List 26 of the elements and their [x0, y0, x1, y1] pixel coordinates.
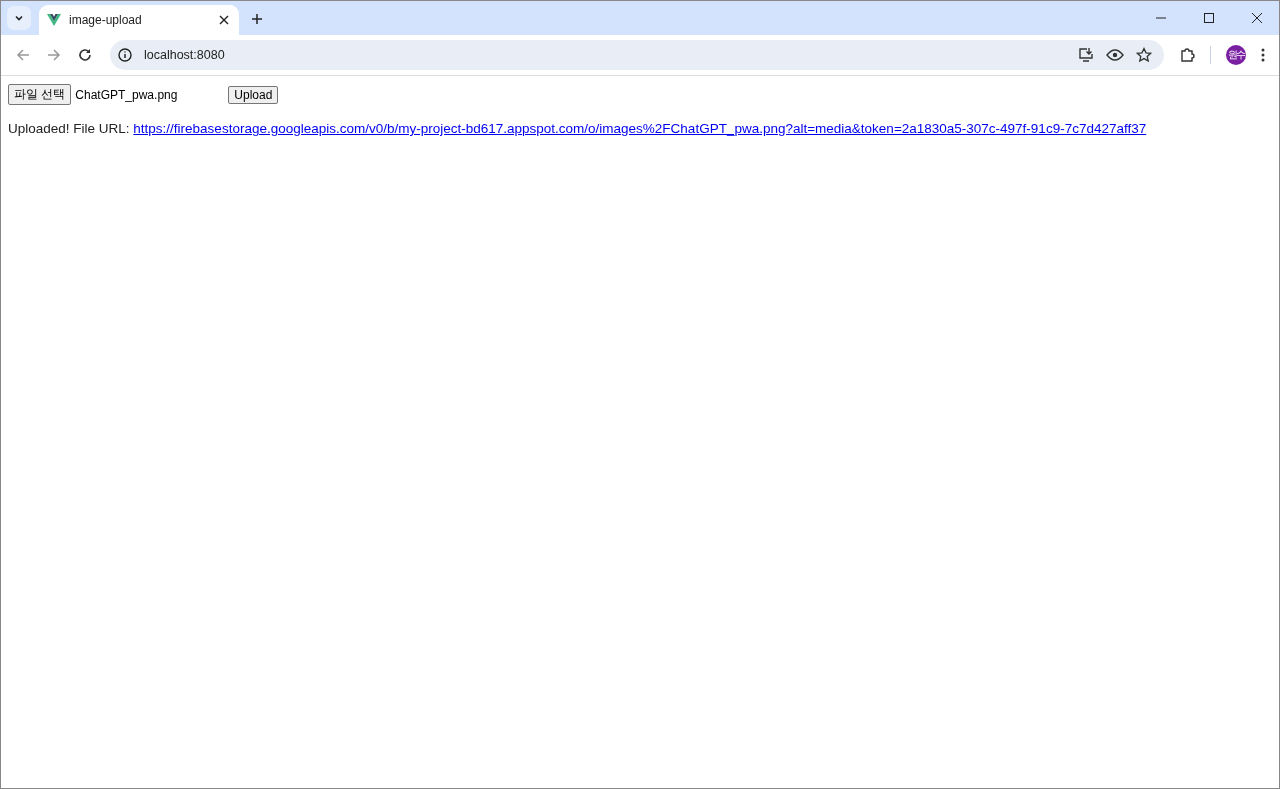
- browser-tab[interactable]: image-upload: [39, 5, 239, 35]
- tab-title: image-upload: [69, 13, 143, 27]
- file-url-link[interactable]: https://firebasestorage.googleapis.com/v0/b/my-project-bd617.appspot.com/o/images%2FChatGPT_pwa.png?alt=media&token=2a1830a5-307c-497f-91c9-7c7d427aff37: [133, 121, 1147, 136]
- address-text: localhost:8080: [144, 48, 225, 62]
- puzzle-piece-icon[interactable]: [1179, 47, 1195, 63]
- star-icon[interactable]: [1136, 47, 1152, 63]
- back-arrow-icon[interactable]: [15, 47, 31, 63]
- file-name: ChatGPT_pwa.png: [75, 87, 179, 102]
- upload-button[interactable]: Upload: [228, 85, 279, 104]
- eye-icon[interactable]: [1106, 49, 1124, 61]
- reload-icon[interactable]: [77, 47, 93, 63]
- install-app-icon[interactable]: [1078, 47, 1094, 63]
- address-bar[interactable]: localhost:8080: [110, 40, 1164, 70]
- forward-arrow-icon[interactable]: [46, 47, 62, 63]
- chevron-down-icon: [14, 13, 24, 23]
- info-icon: [118, 48, 132, 62]
- more-menu-icon[interactable]: [1261, 48, 1265, 62]
- maximize-icon[interactable]: [1203, 12, 1215, 24]
- upload-message: Uploaded! File URL:: [8, 121, 130, 136]
- tab-search-button[interactable]: [7, 6, 31, 30]
- new-tab-icon[interactable]: [251, 13, 263, 25]
- close-icon[interactable]: [219, 15, 229, 25]
- profile-avatar[interactable]: 원수: [1226, 45, 1246, 65]
- choose-file-button[interactable]: 파일 선택: [8, 84, 72, 105]
- v-logo-icon: [47, 14, 61, 26]
- close-window-icon[interactable]: [1251, 12, 1263, 24]
